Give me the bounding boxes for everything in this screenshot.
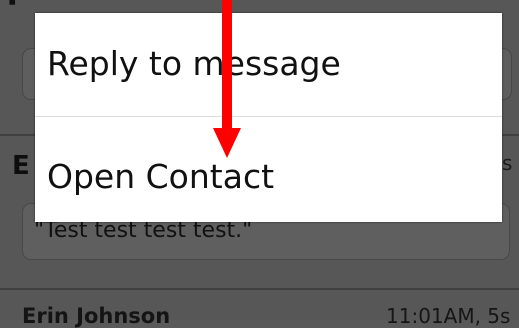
menu-item-reply-to-message[interactable]: Reply to message: [35, 13, 502, 117]
menu-item-label: Reply to message: [47, 43, 341, 83]
middle-sender-name: E: [12, 151, 30, 181]
middle-timestamp: s: [502, 151, 513, 175]
menu-item-label: Open Contact: [47, 156, 275, 196]
menu-divider: [35, 116, 502, 117]
menu-item-open-contact[interactable]: Open Contact: [35, 118, 502, 222]
top-sender-name: T: [2, 0, 22, 13]
bottom-sender-name: Erin Johnson: [22, 304, 171, 328]
bottom-timestamp: 11:01AM, 5s: [386, 304, 511, 328]
context-menu: Reply to message Open Contact: [35, 13, 502, 222]
